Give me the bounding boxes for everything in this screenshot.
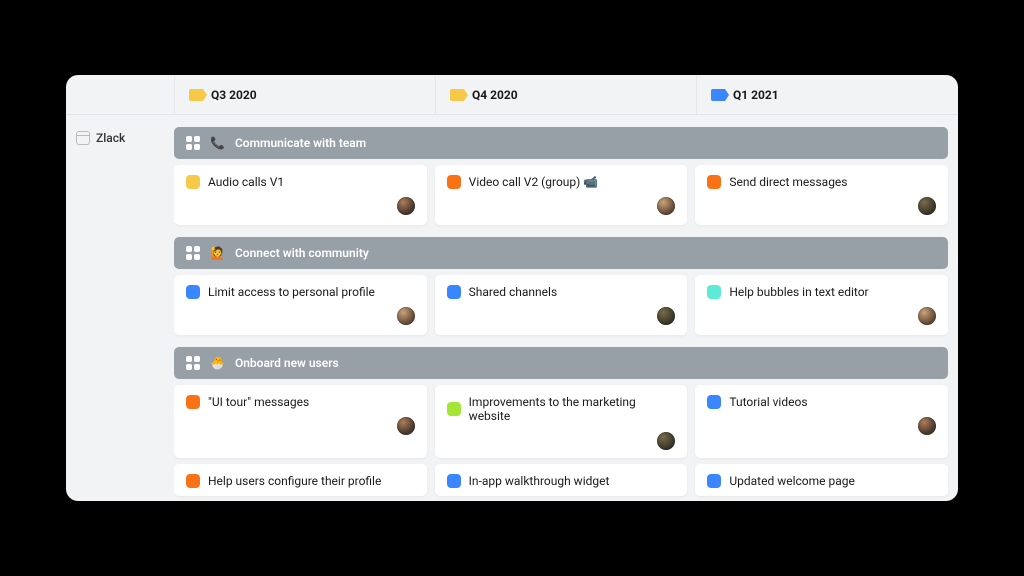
tag-swatch (707, 474, 721, 488)
card-ui-tour-messages[interactable]: "UI tour" messages (174, 385, 427, 458)
column-title: Q3 2020 (211, 88, 257, 102)
avatar (657, 197, 675, 215)
card-limit-access-profile[interactable]: Limit access to personal profile (174, 275, 427, 335)
sidebar-item-zlack[interactable]: Zlack (76, 131, 164, 145)
avatar (918, 417, 936, 435)
column-title: Q1 2021 (733, 88, 779, 102)
card-title: Audio calls V1 (208, 175, 284, 189)
column-header-q4-2020[interactable]: Q4 2020 (435, 75, 696, 114)
tag-swatch (186, 285, 200, 299)
group-title: Connect with community (235, 246, 369, 260)
flag-icon (450, 89, 464, 101)
roadmap-grid: 📞 Communicate with team Audio calls V1 (174, 115, 958, 501)
tag-swatch (447, 474, 461, 488)
avatar (657, 307, 675, 325)
tag-swatch (186, 395, 200, 409)
group-title: Communicate with team (235, 136, 366, 150)
avatar (918, 307, 936, 325)
group-row: Limit access to personal profile Shared … (174, 275, 948, 335)
tag-swatch (186, 175, 200, 189)
group-connect-with-community: 🙋 Connect with community Limit access to… (174, 237, 948, 335)
card-title: "UI tour" messages (208, 395, 309, 409)
card-send-direct-messages[interactable]: Send direct messages (695, 165, 948, 225)
card-title: Improvements to the marketing website (469, 395, 676, 424)
sidebar-item-label: Zlack (96, 131, 125, 145)
avatar (397, 197, 415, 215)
tag-swatch (186, 474, 200, 488)
flag-icon (711, 89, 725, 101)
group-header[interactable]: 🙋 Connect with community (174, 237, 948, 269)
tag-swatch (447, 285, 461, 299)
tag-swatch (707, 175, 721, 189)
tag-swatch (707, 285, 721, 299)
card-updated-welcome-page[interactable]: Updated welcome page (695, 464, 948, 496)
card-audio-calls-v1[interactable]: Audio calls V1 (174, 165, 427, 225)
roadmap-window: Q3 2020 Q4 2020 Q1 2021 Zlack 📞 (66, 75, 958, 501)
sidebar-header-spacer (66, 75, 174, 114)
card-title: Limit access to personal profile (208, 285, 375, 299)
camera-icon: 📹 (583, 175, 598, 189)
group-title: Onboard new users (235, 356, 339, 370)
card-title: Help users configure their profile (208, 474, 381, 488)
column-title: Q4 2020 (472, 88, 518, 102)
card-title: Video call V2 (group) 📹 (469, 175, 599, 189)
sidebar: Zlack (66, 115, 174, 501)
card-shared-channels[interactable]: Shared channels (435, 275, 688, 335)
column-header-row: Q3 2020 Q4 2020 Q1 2021 (66, 75, 958, 115)
tag-swatch (447, 175, 461, 189)
card-title: Updated welcome page (729, 474, 855, 488)
group-onboard-new-users: 🐣 Onboard new users "UI tour" messages (174, 347, 948, 496)
tag-swatch (707, 395, 721, 409)
group-row: "UI tour" messages Improvements to the m… (174, 385, 948, 458)
avatar (657, 432, 675, 450)
card-title: Tutorial videos (729, 395, 807, 409)
card-help-bubbles-editor[interactable]: Help bubbles in text editor (695, 275, 948, 335)
grid-icon (186, 136, 200, 150)
phone-icon: 📞 (210, 136, 225, 150)
group-header[interactable]: 🐣 Onboard new users (174, 347, 948, 379)
card-title: Shared channels (469, 285, 557, 299)
column-header-q3-2020[interactable]: Q3 2020 (174, 75, 435, 114)
column-header-q1-2021[interactable]: Q1 2021 (696, 75, 957, 114)
grid-icon (186, 246, 200, 260)
card-video-call-v2-group[interactable]: Video call V2 (group) 📹 (435, 165, 688, 225)
card-title: Send direct messages (729, 175, 847, 189)
avatar (397, 307, 415, 325)
avatar (397, 417, 415, 435)
avatar (918, 197, 936, 215)
card-title: In-app walkthrough widget (469, 474, 610, 488)
card-improvements-marketing-website[interactable]: Improvements to the marketing website (435, 385, 688, 458)
group-communicate-with-team: 📞 Communicate with team Audio calls V1 (174, 127, 948, 225)
raising-hand-icon: 🙋 (210, 246, 225, 260)
group-header[interactable]: 📞 Communicate with team (174, 127, 948, 159)
hatching-chick-icon: 🐣 (210, 356, 225, 370)
card-in-app-walkthrough-widget[interactable]: In-app walkthrough widget (435, 464, 688, 496)
card-tutorial-videos[interactable]: Tutorial videos (695, 385, 948, 458)
app-icon (76, 131, 90, 145)
tag-swatch (447, 402, 461, 416)
body: Zlack 📞 Communicate with team Audio call… (66, 115, 958, 501)
group-row: Audio calls V1 Video call V2 (group) 📹 (174, 165, 948, 225)
group-row: Help users configure their profile In-ap… (174, 464, 948, 496)
card-help-users-configure-profile[interactable]: Help users configure their profile (174, 464, 427, 496)
card-title: Help bubbles in text editor (729, 285, 868, 299)
grid-icon (186, 356, 200, 370)
flag-icon (189, 89, 203, 101)
